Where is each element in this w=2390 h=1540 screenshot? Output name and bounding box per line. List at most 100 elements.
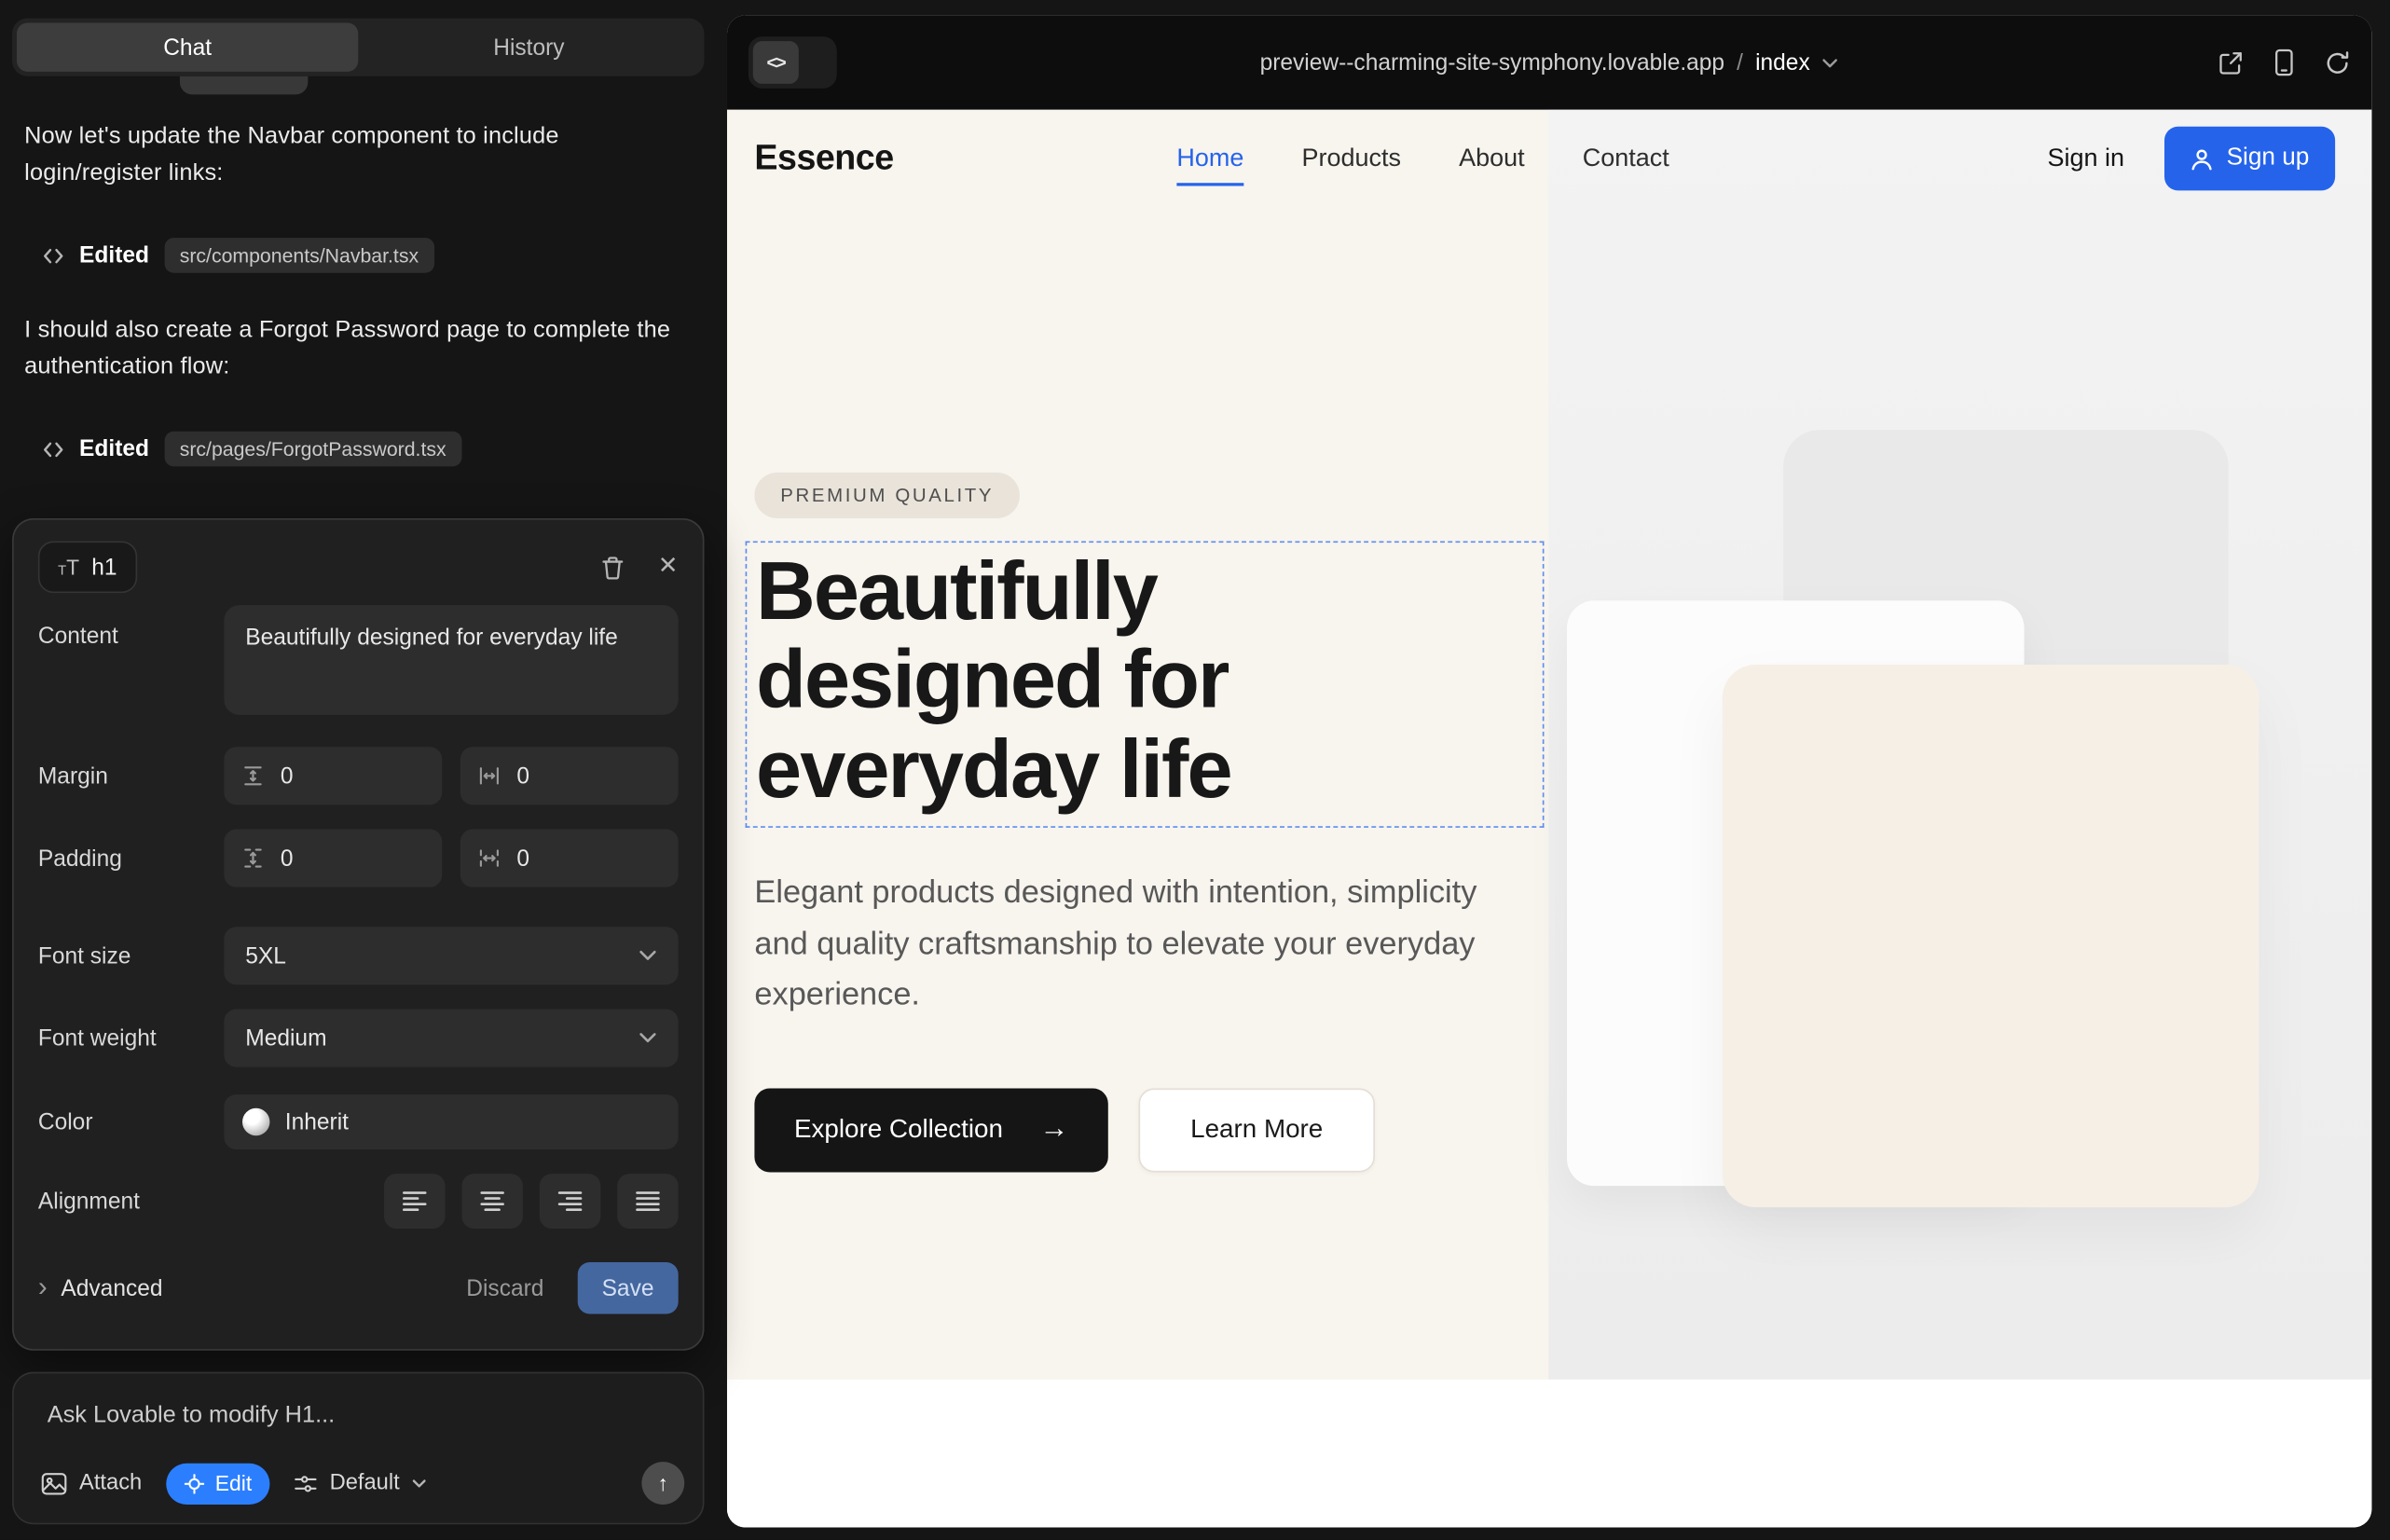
align-left-button[interactable] (384, 1174, 445, 1229)
margin-vertical-icon (242, 765, 264, 787)
edit-label: Edit (215, 1471, 252, 1495)
site-logo[interactable]: Essence (754, 137, 893, 178)
chevron-down-icon (639, 1032, 657, 1044)
align-right-button[interactable] (540, 1174, 600, 1229)
margin-horizontal-input[interactable] (460, 747, 679, 804)
learn-more-button[interactable]: Learn More (1139, 1088, 1375, 1172)
preview-topbar: <> preview--charming-site-symphony.lovab… (727, 15, 2371, 109)
font-weight-field-row: Font weight Medium (38, 1010, 679, 1067)
composer-toolbar: Attach Edit Default ↑ (41, 1462, 684, 1505)
sign-up-label: Sign up (2227, 144, 2310, 172)
chat-composer: Attach Edit Default ↑ (12, 1372, 704, 1525)
discard-button[interactable]: Discard (466, 1275, 543, 1301)
composer-input[interactable] (44, 1401, 644, 1432)
premium-badge: PREMIUM QUALITY (754, 473, 1020, 518)
advanced-expander[interactable]: › Advanced (38, 1275, 163, 1301)
user-icon (2190, 147, 2213, 171)
sign-up-button[interactable]: Sign up (2164, 127, 2336, 191)
preview-url-bar[interactable]: preview--charming-site-symphony.lovable.… (1260, 49, 1839, 76)
editor-header-actions: ✕ (600, 554, 679, 580)
clipped-chip (180, 76, 308, 95)
edited-file-row: Edited src/pages/ForgotPassword.tsx (24, 432, 682, 467)
font-size-field-row: Font size 5XL (38, 927, 679, 984)
tab-chat[interactable]: Chat (17, 23, 358, 72)
code-view-toggle[interactable]: <> (749, 36, 837, 89)
font-size-select[interactable]: 5XL (224, 927, 678, 984)
margin-label: Margin (38, 763, 224, 789)
editor-footer: › Advanced Discard Save (38, 1262, 679, 1314)
margin-vertical-input[interactable] (224, 747, 442, 804)
align-justify-button[interactable] (617, 1174, 678, 1229)
text-size-icon: TT (58, 557, 79, 578)
edited-label: Edited (79, 436, 149, 462)
default-label: Default (330, 1471, 400, 1495)
refresh-icon[interactable] (2325, 49, 2351, 76)
preview-window: <> preview--charming-site-symphony.lovab… (727, 15, 2371, 1527)
explore-label: Explore Collection (794, 1115, 1003, 1146)
chat-history-tabs: Chat History (12, 19, 704, 76)
file-chip[interactable]: src/pages/ForgotPassword.tsx (164, 432, 461, 467)
hero-heading[interactable]: Beautifully designed for everyday life (756, 547, 1543, 814)
code-icon (43, 246, 64, 265)
content-field-row: Content Beautifully designed for everyda… (38, 605, 679, 722)
sliders-icon (295, 1473, 318, 1492)
site-nav-links: Home Products About Contact (1176, 110, 1669, 208)
padding-vertical-input[interactable] (224, 830, 442, 887)
explore-collection-button[interactable]: Explore Collection → (754, 1088, 1107, 1172)
nav-link-products[interactable]: Products (1301, 144, 1400, 173)
delete-element-button[interactable] (600, 554, 625, 580)
hero-section: PREMIUM QUALITY Beautifully designed for… (754, 473, 1585, 1172)
code-icon: <> (753, 41, 799, 84)
nav-link-contact[interactable]: Contact (1583, 144, 1669, 173)
color-value: Inherit (285, 1109, 349, 1135)
padding-label: Padding (38, 846, 224, 872)
padding-vertical-value[interactable] (278, 844, 391, 873)
site-canvas: Essence Home Products About Contact Sign… (727, 110, 2371, 1528)
edit-mode-toggle[interactable]: Edit (166, 1463, 269, 1504)
site-navbar: Essence Home Products About Contact Sign… (727, 110, 2371, 208)
margin-vertical-value[interactable] (278, 762, 391, 791)
color-picker[interactable]: Inherit (224, 1094, 678, 1149)
chevron-down-icon (639, 950, 657, 962)
tab-history[interactable]: History (358, 23, 699, 72)
open-external-icon[interactable] (2218, 49, 2244, 76)
close-editor-button[interactable]: ✕ (658, 555, 679, 579)
padding-horizontal-value[interactable] (514, 844, 626, 873)
below-fold-band (727, 1380, 2371, 1528)
color-field-row: Color Inherit (38, 1094, 679, 1149)
font-weight-value: Medium (245, 1025, 326, 1052)
padding-horizontal-input[interactable] (460, 830, 679, 887)
chat-message: I should also create a Forgot Password p… (24, 312, 682, 386)
nav-link-home[interactable]: Home (1176, 144, 1243, 186)
image-icon (41, 1472, 67, 1495)
precision-edit-icon (185, 1473, 204, 1492)
mobile-view-icon[interactable] (2274, 48, 2294, 76)
font-weight-select[interactable]: Medium (224, 1010, 678, 1067)
padding-field-row: Padding (38, 830, 679, 887)
margin-horizontal-icon (478, 765, 500, 787)
h1-selection-outline[interactable]: Beautifully designed for everyday life (746, 541, 1545, 827)
align-center-button[interactable] (461, 1174, 522, 1229)
color-swatch-icon (242, 1108, 269, 1135)
font-weight-label: Font weight (38, 1025, 224, 1052)
preview-url: preview--charming-site-symphony.lovable.… (1260, 49, 1725, 76)
margin-field-row: Margin (38, 747, 679, 804)
save-button[interactable]: Save (577, 1262, 678, 1314)
element-tag-pill[interactable]: TT h1 (38, 541, 137, 593)
lovable-app: Chat History Now let's update the Navbar… (0, 0, 2390, 1540)
file-chip[interactable]: src/components/Navbar.tsx (164, 238, 433, 273)
margin-horizontal-value[interactable] (514, 762, 626, 791)
edited-label: Edited (79, 242, 149, 268)
site-nav-auth: Sign in Sign up (2048, 110, 2336, 208)
send-button[interactable]: ↑ (641, 1462, 684, 1505)
hero-paragraph: Elegant products designed with intention… (754, 867, 1517, 1021)
content-textarea[interactable]: Beautifully designed for everyday life (224, 605, 678, 715)
code-icon (43, 440, 64, 459)
model-default-selector[interactable]: Default (295, 1471, 427, 1495)
preview-actions (2218, 48, 2350, 76)
content-label: Content (38, 605, 224, 649)
element-editor-panel: TT h1 ✕ Content Beautifully designed for… (12, 518, 704, 1351)
sign-in-link[interactable]: Sign in (2048, 144, 2125, 173)
nav-link-about[interactable]: About (1459, 144, 1525, 173)
attach-button[interactable]: Attach (41, 1471, 142, 1495)
